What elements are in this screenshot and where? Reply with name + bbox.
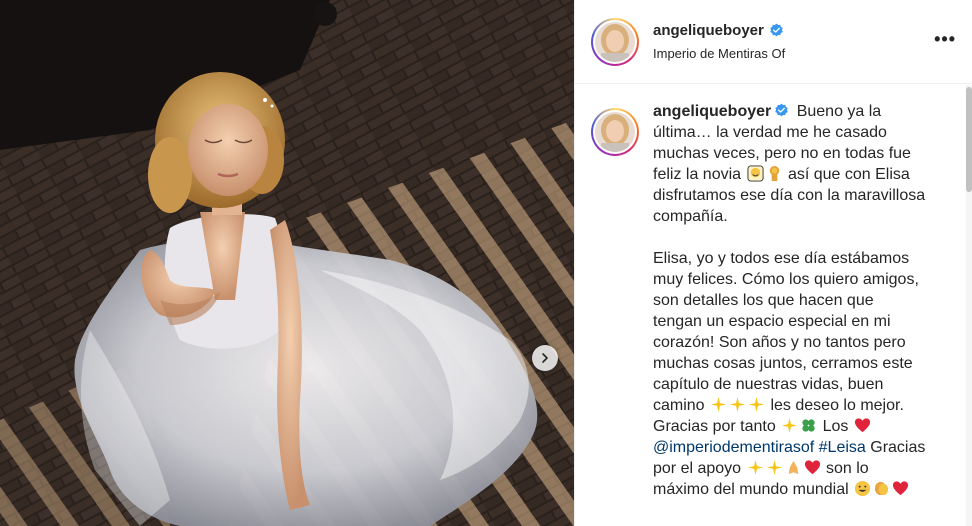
caption-username[interactable]: angeliqueboyer (653, 103, 771, 120)
caption-line: corazón! Son años y no tantos pero (653, 334, 906, 351)
sparkles-icon (748, 396, 765, 413)
location-link[interactable]: Imperio de Mentiras Of (653, 46, 785, 61)
caption-text: angeliqueboyer Bueno ya la última… la ve… (653, 101, 952, 500)
avatar-image (595, 21, 635, 62)
red-heart-icon (893, 481, 909, 496)
caption-line: por el apoyo (653, 460, 746, 477)
caption-line: Elisa, yo y todos ese día estábamos (653, 250, 910, 267)
post-photo[interactable] (0, 0, 574, 526)
sparkles-icon (766, 459, 782, 476)
caption-line: disfrutamos ese día con la maravillosa (653, 187, 926, 204)
sparkles-icon (747, 459, 763, 476)
post-header: angeliqueboyer Imperio de Mentiras Of ••… (575, 0, 972, 84)
post-side-panel: angeliqueboyer Imperio de Mentiras Of ••… (574, 0, 972, 526)
caption-line: última… la verdad me he casado (653, 124, 887, 141)
caption-line: Gracias (865, 439, 926, 456)
caption-line: Bueno ya la (792, 103, 882, 120)
folded-hands-icon (788, 460, 798, 475)
red-heart-icon (804, 460, 820, 475)
woman-emoji-icon (769, 165, 779, 182)
caption-line: tengan un espacio especial en mi (653, 313, 891, 330)
four-leaf-clover-icon (802, 419, 815, 432)
caption-line: compañía. (653, 208, 728, 225)
red-heart-icon (854, 418, 870, 433)
caption-line: son detalles los que hacen que (653, 292, 874, 309)
laughing-face-icon (746, 165, 764, 182)
caption-line: máximo del mundo mundial (653, 481, 854, 498)
verified-badge-icon (775, 103, 788, 117)
sparkles-icon (729, 396, 746, 413)
caption-line: Los (818, 418, 853, 435)
username-link[interactable]: angeliqueboyer (653, 22, 785, 39)
avatar-image (595, 112, 635, 152)
verified-badge-icon (770, 23, 783, 37)
more-options-icon[interactable]: ••• (934, 30, 956, 48)
hashtag-link[interactable]: #Leisa (819, 439, 866, 456)
sparkles-icon (710, 396, 727, 413)
grinning-face-icon (855, 480, 871, 497)
caption-line: capítulo de nuestras vidas, buen (653, 376, 884, 393)
caption-line: muy felices. Cómo los quiero amigos, (653, 271, 919, 288)
caption-comment: angeliqueboyer Bueno ya la última… la ve… (575, 85, 972, 500)
sparkles-icon (782, 417, 798, 434)
next-photo-button[interactable] (532, 345, 558, 371)
avatar[interactable] (591, 17, 639, 66)
caption-line: así que con Elisa (783, 166, 910, 183)
caption-avatar[interactable] (591, 108, 639, 156)
chevron-right-icon (542, 353, 548, 363)
caption-line: feliz la novia (653, 166, 746, 183)
caption-line: Gracias por tanto (653, 418, 781, 435)
caption-line: camino (653, 397, 710, 414)
bride-photo-image (0, 0, 574, 526)
mention-link[interactable]: @imperiodementirasof (653, 439, 814, 456)
username-text: angeliqueboyer (653, 22, 764, 39)
comments-scrollbar-thumb[interactable] (966, 87, 972, 192)
clapping-hands-icon (874, 481, 889, 496)
comments-section: angeliqueboyer Bueno ya la última… la ve… (575, 85, 972, 526)
instagram-post: angeliqueboyer Imperio de Mentiras Of ••… (0, 0, 972, 526)
caption-line: son lo (821, 460, 869, 477)
caption-line: muchas cosas juntos, cerramos este (653, 355, 913, 372)
caption-line: muchas veces, pero no en todas fue (653, 145, 911, 162)
caption-line: les deseo lo mejor. (766, 397, 904, 414)
